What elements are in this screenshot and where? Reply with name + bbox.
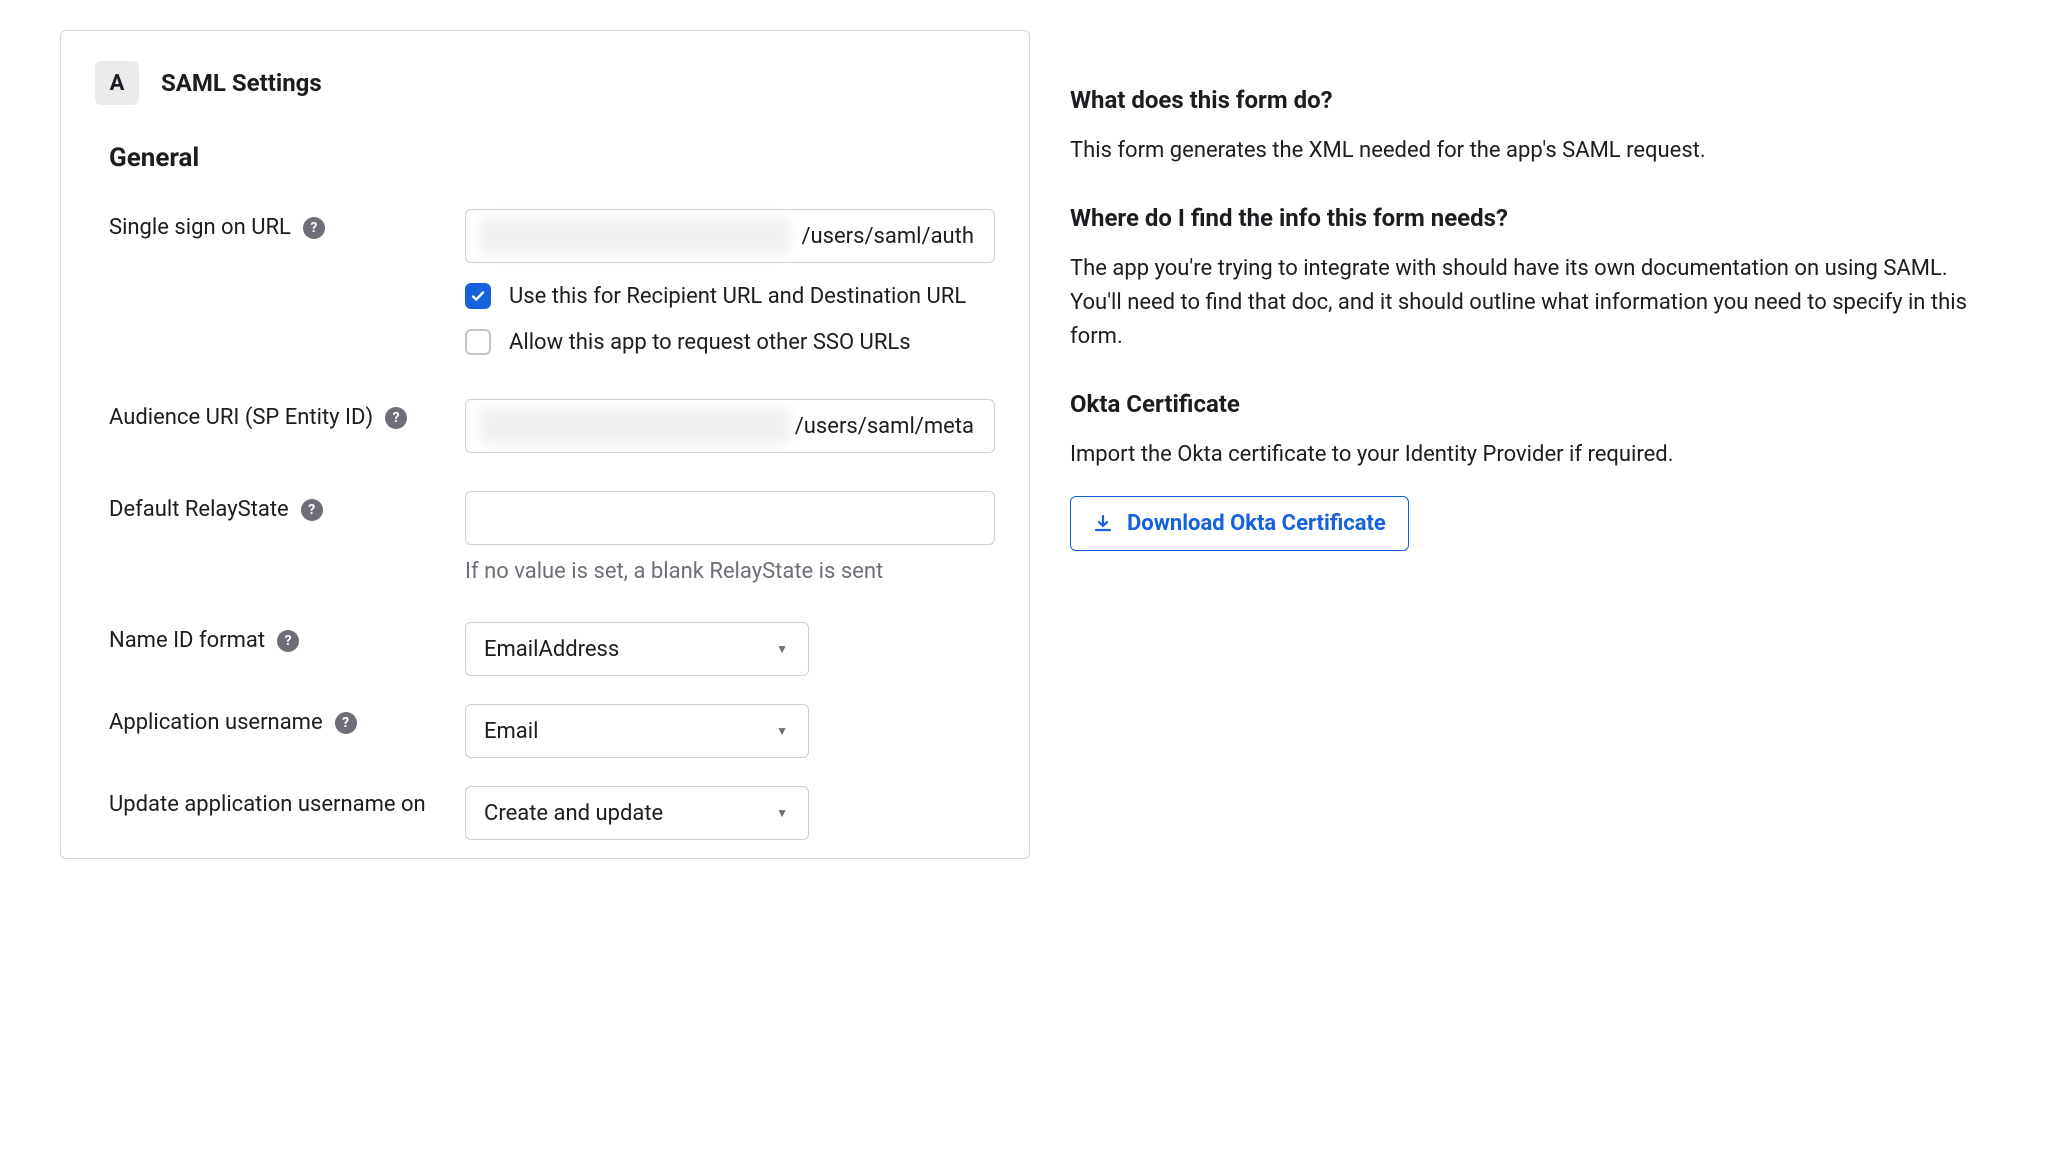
side-heading-2: Where do I find the info this form needs… (1070, 204, 1988, 232)
sso-url-value-tail: /users/saml/auth (801, 224, 974, 249)
chevron-down-icon: ▼ (776, 724, 788, 738)
field-update-on: Update application username on Create an… (95, 786, 995, 840)
update-on-value: Create and update (484, 801, 663, 826)
field-relaystate: Default RelayState ? If no value is set,… (95, 491, 995, 584)
side-text-3: Import the Okta certificate to your Iden… (1070, 438, 1988, 472)
nameid-value: EmailAddress (484, 637, 619, 662)
audience-uri-label: Audience URI (SP Entity ID) (109, 405, 373, 430)
use-recipient-label: Use this for Recipient URL and Destinati… (509, 284, 966, 309)
saml-settings-card: A SAML Settings General Single sign on U… (60, 30, 1030, 859)
side-heading-1: What does this form do? (1070, 86, 1988, 114)
download-certificate-button[interactable]: Download Okta Certificate (1070, 496, 1409, 551)
section-title: SAML Settings (161, 69, 322, 97)
help-icon[interactable]: ? (303, 217, 325, 239)
side-text-1: This form generates the XML needed for t… (1070, 134, 1988, 168)
side-panel: What does this form do? This form genera… (1070, 30, 1988, 859)
field-sso-url: Single sign on URL ? /users/saml/auth Us… (95, 209, 995, 355)
sso-url-label: Single sign on URL (109, 215, 291, 240)
section-badge: A (95, 61, 139, 105)
allow-other-sso-checkbox[interactable] (465, 329, 491, 355)
use-recipient-checkbox[interactable] (465, 283, 491, 309)
relaystate-input[interactable] (465, 491, 995, 545)
relaystate-label: Default RelayState (109, 497, 289, 522)
audience-uri-value-tail: /users/saml/meta (795, 414, 974, 439)
help-icon[interactable]: ? (277, 630, 299, 652)
help-icon[interactable]: ? (335, 712, 357, 734)
app-username-select[interactable]: Email ▼ (465, 704, 809, 758)
field-app-username: Application username ? Email ▼ (95, 704, 995, 758)
field-audience-uri: Audience URI (SP Entity ID) ? /users/sam… (95, 399, 995, 453)
download-certificate-label: Download Okta Certificate (1127, 511, 1386, 536)
sso-url-input[interactable]: /users/saml/auth (465, 209, 995, 263)
audience-uri-input[interactable]: /users/saml/meta (465, 399, 995, 453)
help-icon[interactable]: ? (385, 407, 407, 429)
app-username-value: Email (484, 719, 538, 744)
general-heading: General (109, 143, 995, 173)
side-heading-3: Okta Certificate (1070, 390, 1988, 418)
download-icon (1093, 514, 1113, 534)
relaystate-hint: If no value is set, a blank RelayState i… (465, 559, 995, 584)
field-nameid: Name ID format ? EmailAddress ▼ (95, 622, 995, 676)
allow-other-sso-label: Allow this app to request other SSO URLs (509, 330, 911, 355)
chevron-down-icon: ▼ (776, 642, 788, 656)
update-on-label: Update application username on (109, 792, 426, 817)
chevron-down-icon: ▼ (776, 806, 788, 820)
update-on-select[interactable]: Create and update ▼ (465, 786, 809, 840)
section-header: A SAML Settings (95, 61, 995, 105)
app-username-label: Application username (109, 710, 323, 735)
side-text-2: The app you're trying to integrate with … (1070, 252, 1988, 354)
help-icon[interactable]: ? (301, 499, 323, 521)
nameid-label: Name ID format (109, 628, 265, 653)
nameid-select[interactable]: EmailAddress ▼ (465, 622, 809, 676)
